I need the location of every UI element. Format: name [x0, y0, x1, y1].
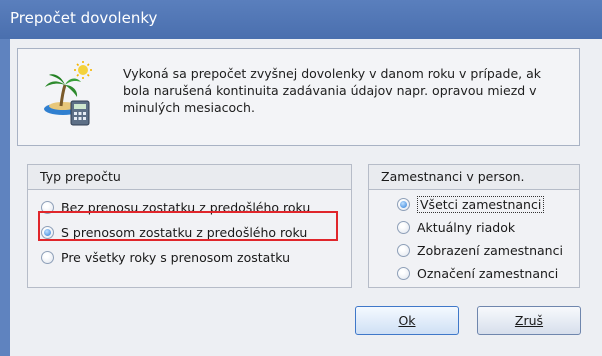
radio-button[interactable] [397, 243, 410, 257]
radio-option-displayed-employees[interactable]: Zobrazení zamestnanci [397, 240, 563, 260]
highlight-annotation-box [38, 211, 338, 241]
radio-button[interactable] [41, 250, 54, 264]
radio-label: Zobrazení zamestnanci [417, 242, 563, 258]
ok-button-label: Ok [398, 313, 416, 328]
info-description: Vykoná sa prepočet zvyšnej dovolenky v d… [123, 66, 541, 115]
radio-option-current-row[interactable]: Aktuálny riadok [397, 217, 515, 237]
radio-button[interactable] [397, 220, 410, 234]
radio-label: Všetci zamestnanci [417, 195, 545, 213]
info-panel: Vykoná sa prepočet zvyšnej dovolenky v d… [17, 48, 580, 146]
radio-option-all-employees[interactable]: Všetci zamestnanci [397, 194, 545, 214]
employees-group: Zamestnanci v person. Všetci zamestnanci… [368, 164, 580, 288]
cancel-button-label: Zruš [514, 313, 544, 328]
cancel-button[interactable]: Zruš [477, 306, 581, 335]
radio-option-marked-employees[interactable]: Označení zamestnanci [397, 263, 558, 283]
radio-button[interactable] [397, 266, 410, 280]
radio-option-all-years[interactable]: Pre všetky roky s prenosom zostatku [41, 247, 290, 267]
ok-button[interactable]: Ok [355, 306, 459, 335]
window-title: Prepočet dovolenky [10, 9, 158, 27]
dialog-window: Prepočet dovolenky Vykoná sa prepočet zv… [0, 0, 602, 356]
title-bar[interactable]: Prepočet dovolenky [0, 0, 602, 39]
window-frame [0, 39, 10, 356]
calc-type-group-title: Typ prepočtu [27, 164, 352, 190]
employees-group-title: Zamestnanci v person. [368, 164, 580, 190]
radio-label: Označení zamestnanci [417, 265, 559, 281]
radio-label: Aktuálny riadok [417, 219, 516, 235]
radio-label: Pre všetky roky s prenosom zostatku [61, 249, 291, 265]
palm-island-calculator-icon [44, 61, 92, 126]
radio-button-selected[interactable] [397, 197, 410, 211]
